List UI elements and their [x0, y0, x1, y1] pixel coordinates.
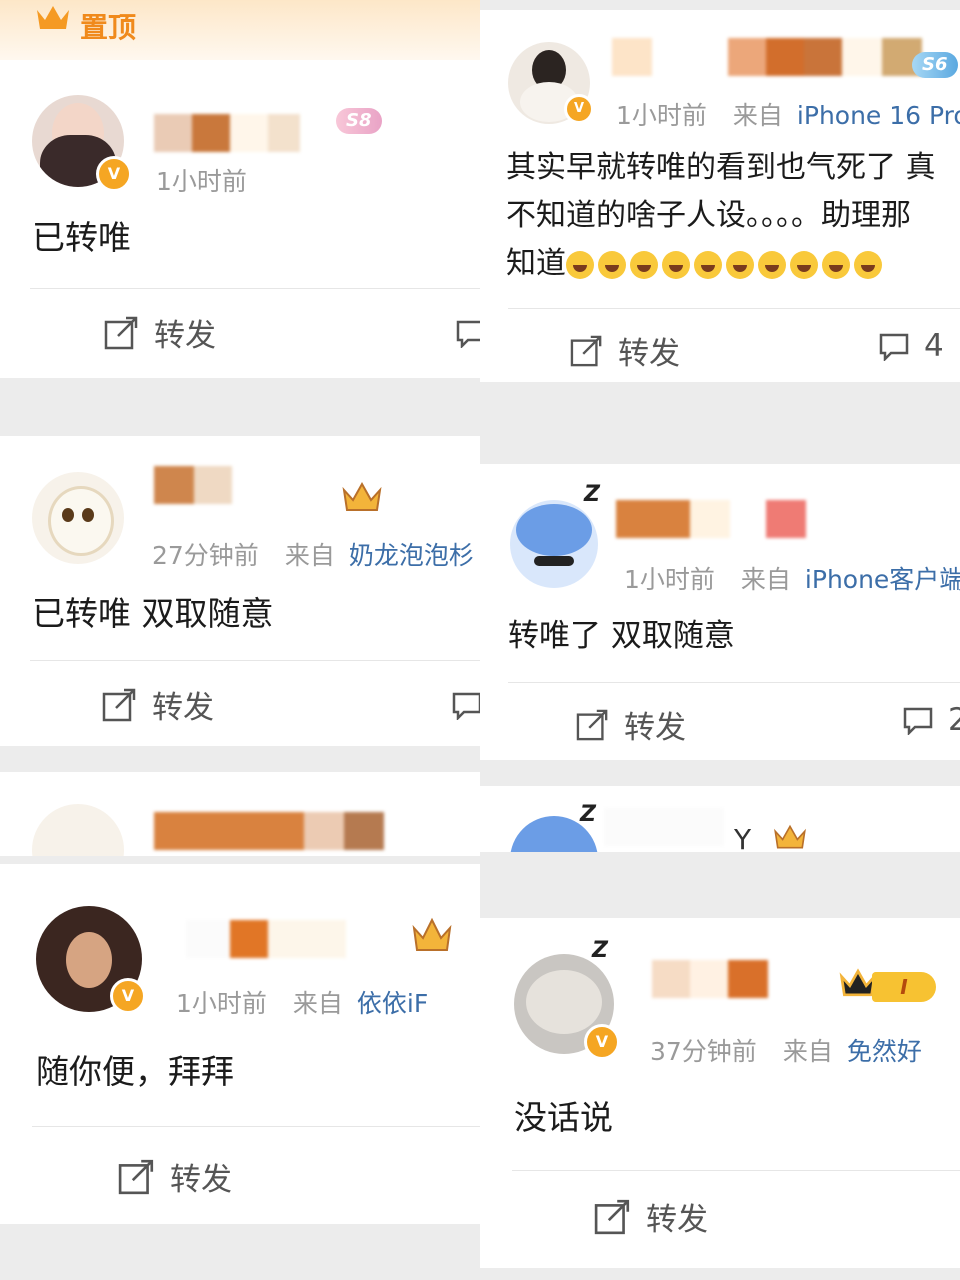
post-source[interactable]: iPhone客户端 [805, 565, 960, 594]
repost-button[interactable]: 转发 [104, 310, 216, 355]
post-meta: 1小时前 来自 依依iF [176, 989, 429, 1018]
comment-button[interactable]: 2 [902, 702, 960, 738]
repost-icon [594, 1199, 630, 1234]
post-meta: 37分钟前 来自 免然好 [650, 1037, 922, 1066]
post-meta: 1小时前 来自 iPhone 16 Pro [616, 96, 960, 132]
post-meta: 27分钟前 来自 奶龙泡泡杉 [152, 541, 474, 570]
comment-icon[interactable] [452, 690, 480, 720]
repost-icon [576, 709, 608, 740]
rank-badge: S8 [336, 108, 382, 134]
laugh-cry-emoji-icon [566, 250, 594, 279]
comment-icon [903, 707, 933, 735]
laugh-cry-emoji-icon [790, 250, 818, 279]
laugh-cry-emoji-icon [822, 250, 850, 279]
post-card: Z V I 37分钟前 来自 免然好 没话说 转发 [480, 918, 960, 1268]
post-card: 27分钟前 来自 奶龙泡泡杉 已转唯 双取随意 转发 [0, 436, 480, 746]
post-source[interactable]: 依依iF [357, 989, 428, 1018]
verified-icon: V [564, 94, 594, 124]
username-redacted [154, 466, 330, 504]
post-text: 转唯了 双取随意 [508, 618, 735, 654]
post-source[interactable]: 奶龙泡泡杉 [349, 541, 474, 570]
crown-icon [342, 481, 382, 511]
username-redacted [604, 808, 724, 846]
repost-button[interactable]: 转发 [576, 702, 686, 747]
avatar[interactable] [32, 804, 124, 856]
repost-icon [570, 335, 602, 366]
post-text: 已转唯 双取随意 [32, 594, 274, 633]
laugh-cry-emoji-icon [662, 250, 690, 279]
repost-button[interactable]: 转发 [594, 1194, 708, 1239]
post-card: V 1小时前 来自 依依iF 随你便，拜拜 转发 [0, 864, 480, 1224]
username-tail: Y [734, 823, 752, 852]
laugh-cry-emoji-icon [758, 250, 786, 279]
comment-count: 2 [948, 702, 960, 738]
comment-count: 4 [924, 328, 944, 364]
repost-button[interactable]: 转发 [102, 682, 214, 727]
post-time: 1小时前 [156, 167, 247, 196]
laugh-cry-emoji-row [566, 246, 886, 281]
post-card-cropped: Z Y [480, 786, 960, 852]
post-text-line: 其实早就转唯的看到也气死了 真 [506, 150, 936, 185]
laugh-cry-emoji-icon [598, 250, 626, 279]
pinned-header [0, 0, 480, 60]
post-source[interactable]: iPhone 16 Pro [797, 101, 960, 130]
comment-icon [879, 333, 909, 361]
right-screenshot: V S6 1小时前 来自 iPhone 16 Pro 其实早就转唯的看到也气死了 真… [480, 0, 960, 1280]
laugh-cry-emoji-icon [854, 250, 882, 279]
rank-badge: S6 [912, 52, 958, 78]
avatar[interactable] [510, 500, 598, 588]
verified-icon: V [96, 156, 132, 192]
comment-icon[interactable] [456, 318, 480, 348]
post-card: Z 1小时前 来自 iPhone客户端 转唯了 双取随意 转发 2 [480, 464, 960, 760]
post-text-line: 不知道的啥子人设。。。。助理那 [506, 198, 911, 233]
post-text: 已转唯 [32, 218, 131, 257]
username-redacted [612, 38, 922, 76]
repost-icon [118, 1159, 154, 1194]
repost-icon [104, 316, 138, 349]
left-screenshot: 置顶 V S8 1小时前 已转唯 转发 27分钟前 来自 奶龙泡泡杉 已转唯 双… [0, 0, 480, 1280]
post-text: 随你便，拜拜 [36, 1052, 234, 1091]
repost-button[interactable]: 转发 [118, 1154, 232, 1199]
level-badge: I [872, 972, 936, 1002]
crown-icon [774, 824, 806, 849]
verified-icon: V [110, 978, 146, 1014]
laugh-cry-emoji-icon [726, 250, 754, 279]
username-redacted [154, 812, 384, 850]
laugh-cry-emoji-icon [694, 250, 722, 279]
post-card-cropped [0, 772, 480, 856]
sleep-icon: Z [580, 802, 596, 827]
post-card: 置顶 V S8 1小时前 已转唯 转发 [0, 0, 480, 378]
crown-icon [412, 917, 452, 951]
username-redacted [154, 114, 300, 152]
repost-icon [102, 688, 136, 721]
sleep-icon: Z [584, 482, 600, 507]
comment-button[interactable]: 4 [878, 328, 944, 364]
username-redacted [186, 920, 346, 958]
post-text: 没话说 [514, 1098, 613, 1137]
crown-icon [37, 6, 69, 29]
post-text-line: 知道 [506, 240, 886, 288]
sleep-icon: Z [592, 938, 608, 963]
avatar[interactable] [32, 472, 124, 564]
post-meta: 1小时前 来自 iPhone客户端 [624, 560, 960, 596]
post-card: V S6 1小时前 来自 iPhone 16 Pro 其实早就转唯的看到也气死了 真… [480, 10, 960, 382]
laugh-cry-emoji-icon [630, 250, 658, 279]
username-redacted [652, 960, 806, 998]
verified-icon: V [584, 1024, 620, 1060]
repost-button[interactable]: 转发 [570, 328, 680, 373]
pinned-label: 置顶 [80, 11, 137, 44]
username-redacted [616, 500, 806, 538]
post-source[interactable]: 免然好 [847, 1037, 922, 1066]
